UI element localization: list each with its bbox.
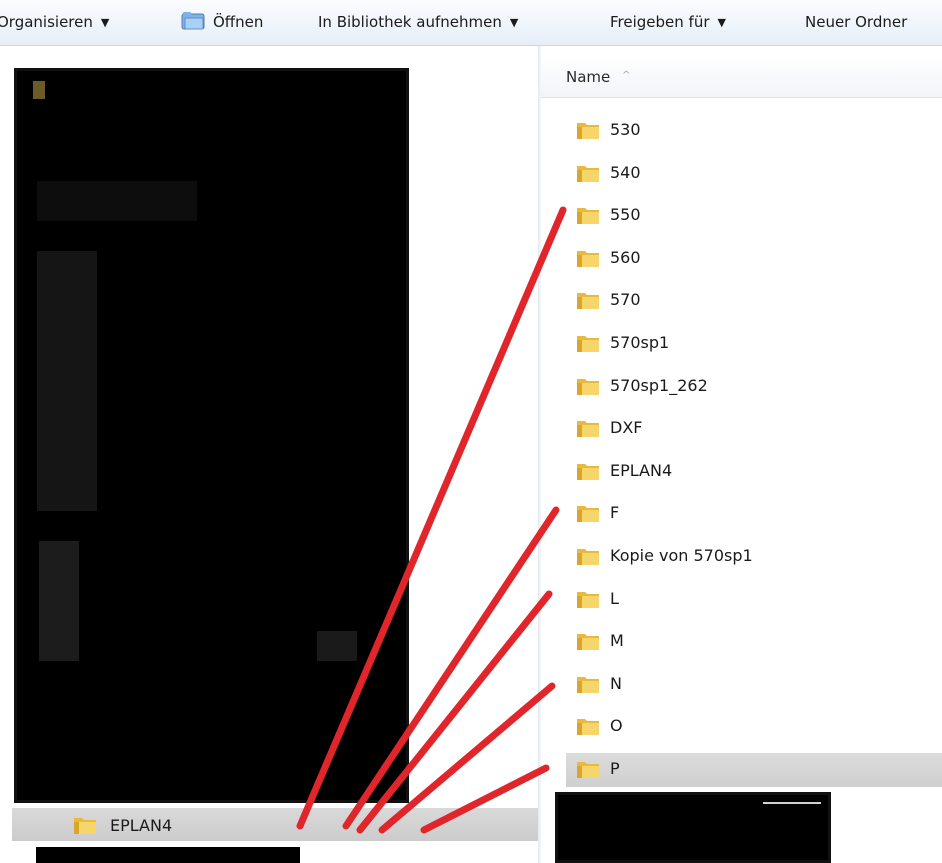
file-row[interactable]: Kopie von 570sp1 — [566, 540, 942, 574]
nav-item-label: EPLAN4 — [110, 816, 173, 835]
redacted-region — [14, 68, 409, 803]
folder-icon — [577, 762, 599, 778]
new-folder-label: Neuer Ordner — [805, 13, 908, 31]
folder-icon — [577, 166, 599, 182]
share-label: Freigeben für — [610, 13, 710, 31]
file-row[interactable]: 550 — [566, 199, 942, 233]
file-name: 540 — [610, 163, 641, 182]
folder-icon — [577, 677, 599, 693]
add-to-library-menu[interactable]: In Bibliothek aufnehmen ▼ — [318, 9, 518, 35]
command-toolbar: Organisieren ▼ Öffnen In Bibliothek aufne… — [0, 0, 942, 46]
file-name: 570sp1 — [610, 333, 670, 352]
file-row[interactable]: F — [566, 497, 942, 531]
share-dropdown-icon: ▼ — [717, 16, 726, 29]
folder-icon — [577, 251, 599, 267]
file-row[interactable]: P — [566, 753, 942, 787]
name-column-label: Name — [566, 68, 611, 86]
file-row[interactable]: L — [566, 583, 942, 617]
folder-icon — [577, 592, 599, 608]
file-name: N — [610, 674, 622, 693]
organize-dropdown-icon: ▼ — [100, 16, 110, 29]
file-row[interactable]: M — [566, 625, 942, 659]
redaction-streak — [763, 802, 821, 804]
folder-icon — [74, 818, 96, 834]
file-name: M — [610, 631, 624, 650]
folder-icon — [577, 123, 599, 139]
file-name: Kopie von 570sp1 — [610, 546, 753, 565]
file-row[interactable]: DXF — [566, 412, 942, 446]
open-button[interactable]: Öffnen — [181, 9, 263, 35]
folder-icon — [577, 293, 599, 309]
library-dropdown-icon: ▼ — [509, 16, 519, 29]
file-name: F — [610, 503, 620, 522]
file-name: 530 — [610, 120, 641, 139]
file-row[interactable]: 530 — [566, 114, 942, 148]
folder-icon — [577, 421, 599, 437]
redacted-region — [36, 847, 300, 863]
folder-icon — [577, 719, 599, 735]
folder-icon — [577, 336, 599, 352]
open-folder-icon — [181, 11, 205, 29]
file-name: 570sp1_262 — [610, 376, 708, 395]
sort-ascending-icon: ^ — [622, 70, 631, 81]
file-row[interactable]: EPLAN4 — [566, 455, 942, 489]
file-name: L — [610, 589, 619, 608]
folder-icon — [577, 549, 599, 565]
file-name: DXF — [610, 418, 643, 437]
file-row[interactable]: O — [566, 710, 942, 744]
file-row[interactable]: 570sp1_262 — [566, 370, 942, 404]
file-name: EPLAN4 — [610, 461, 673, 480]
file-name: 570 — [610, 290, 641, 309]
file-row[interactable]: 570sp1 — [566, 327, 942, 361]
redacted-region — [555, 792, 831, 863]
folder-icon — [577, 634, 599, 650]
organize-menu[interactable]: Organisieren ▼ — [0, 9, 109, 35]
folder-icon — [577, 379, 599, 395]
file-row[interactable]: 560 — [566, 242, 942, 276]
add-to-library-label: In Bibliothek aufnehmen — [318, 13, 502, 31]
file-row[interactable]: N — [566, 668, 942, 702]
organize-label: Organisieren — [0, 13, 93, 31]
file-name: O — [610, 716, 623, 735]
share-menu[interactable]: Freigeben für ▼ — [610, 9, 726, 35]
file-row[interactable]: 540 — [566, 157, 942, 191]
folder-icon — [577, 208, 599, 224]
file-name: 550 — [610, 205, 641, 224]
file-name: 560 — [610, 248, 641, 267]
folder-icon — [577, 464, 599, 480]
file-row[interactable]: 570 — [566, 284, 942, 318]
open-label: Öffnen — [213, 13, 264, 31]
folder-icon — [577, 506, 599, 522]
file-name: P — [610, 759, 620, 778]
new-folder-button[interactable]: Neuer Ordner — [805, 9, 907, 35]
